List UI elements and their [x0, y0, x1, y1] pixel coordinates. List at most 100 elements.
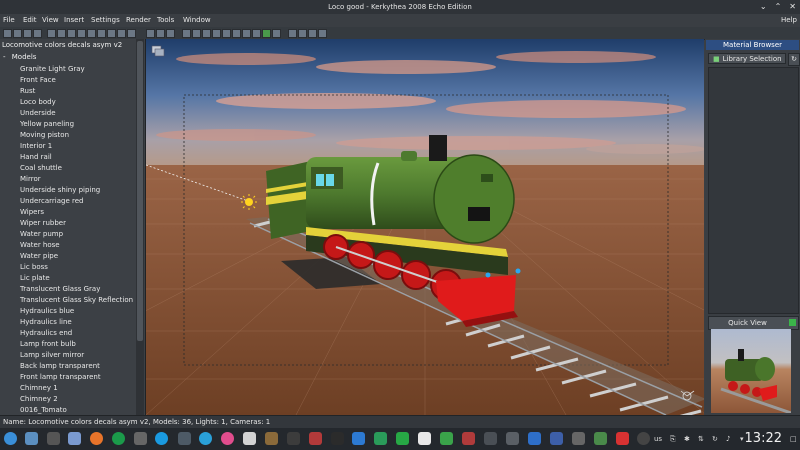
quick-view-toggle-icon[interactable]: [789, 319, 796, 326]
spreadsheet-icon[interactable]: [374, 432, 387, 445]
books-icon[interactable]: [462, 432, 475, 445]
material-list[interactable]: [708, 67, 799, 314]
tree-item[interactable]: Granite Light Gray: [20, 64, 133, 75]
tree-item[interactable]: Water pump: [20, 229, 133, 240]
zoom-icon[interactable]: [288, 29, 297, 38]
delete-icon[interactable]: [107, 29, 116, 38]
shaded-icon[interactable]: [242, 29, 251, 38]
bluetooth-icon[interactable]: ✱: [684, 435, 690, 443]
menu-settings[interactable]: Settings: [91, 16, 120, 24]
tree-item[interactable]: Hydraulics blue: [20, 306, 133, 317]
terminal-icon[interactable]: [134, 432, 147, 445]
paste-icon[interactable]: [127, 29, 136, 38]
redo-icon[interactable]: [57, 29, 66, 38]
window-icon[interactable]: [550, 432, 563, 445]
view-top-icon[interactable]: [182, 29, 191, 38]
clock[interactable]: 13:22: [745, 431, 782, 446]
models-node[interactable]: - Models: [3, 53, 36, 61]
tree-item[interactable]: Chimney 2: [20, 394, 133, 405]
clip-icon[interactable]: [166, 29, 175, 38]
tree-scrollbar-thumb[interactable]: [137, 41, 143, 341]
equalizer-icon[interactable]: [484, 432, 497, 445]
show-desktop-icon[interactable]: □: [790, 435, 797, 443]
tree-item[interactable]: Water hose: [20, 240, 133, 251]
tree-item[interactable]: Lamp front bulb: [20, 339, 133, 350]
tree-item[interactable]: Hydraulics line: [20, 317, 133, 328]
network-icon[interactable]: [506, 432, 519, 445]
rotate-icon[interactable]: [87, 29, 96, 38]
tree-item[interactable]: Moving piston: [20, 130, 133, 141]
maximize-icon[interactable]: ⌃: [775, 2, 782, 11]
undo-icon[interactable]: [47, 29, 56, 38]
steam-icon[interactable]: [637, 432, 650, 445]
fit-icon[interactable]: [318, 29, 327, 38]
tree-scrollbar[interactable]: [136, 39, 144, 415]
tree-item[interactable]: Mirror: [20, 174, 133, 185]
tree-item[interactable]: Rust: [20, 86, 133, 97]
render-icon[interactable]: [252, 29, 261, 38]
viewport-3d[interactable]: [146, 39, 704, 415]
tree-item[interactable]: Back lamp transparent: [20, 361, 133, 372]
tree-item[interactable]: Front lamp transparent: [20, 372, 133, 383]
headphones-icon[interactable]: [331, 432, 344, 445]
calendar-icon[interactable]: [352, 432, 365, 445]
tree-item[interactable]: Yellow paneling: [20, 119, 133, 130]
pan-icon[interactable]: [298, 29, 307, 38]
settings-icon[interactable]: [178, 432, 191, 445]
tree-item[interactable]: Front Face: [20, 75, 133, 86]
orbit-icon[interactable]: [308, 29, 317, 38]
image-editor-icon[interactable]: [440, 432, 453, 445]
open-file-icon[interactable]: [13, 29, 22, 38]
kerkythea-icon[interactable]: [265, 432, 278, 445]
word-icon[interactable]: [528, 432, 541, 445]
tree-item[interactable]: Underside shiny piping: [20, 185, 133, 196]
menu-window[interactable]: Window: [183, 16, 211, 24]
tree-item[interactable]: Loco body: [20, 97, 133, 108]
tree-item[interactable]: Water pipe: [20, 251, 133, 262]
document-icon[interactable]: [396, 432, 409, 445]
torrent-icon[interactable]: [309, 432, 322, 445]
menu-tools[interactable]: Tools: [157, 16, 174, 24]
notifications-icon[interactable]: ▾: [740, 435, 744, 443]
tree-item[interactable]: Hand rail: [20, 152, 133, 163]
game-icon[interactable]: [287, 432, 300, 445]
tree-item[interactable]: Chimney 1: [20, 383, 133, 394]
view-front-icon[interactable]: [192, 29, 201, 38]
keyboard-layout[interactable]: us: [654, 435, 662, 443]
menu-render[interactable]: Render: [126, 16, 151, 24]
menu-file[interactable]: File: [3, 16, 15, 24]
tree-item[interactable]: Hydraulics end: [20, 328, 133, 339]
app-launcher-icon[interactable]: [4, 432, 17, 445]
x-app-icon[interactable]: [47, 432, 60, 445]
tree-item[interactable]: Translucent Glass Sky Reflection: [20, 295, 133, 306]
select-icon[interactable]: [67, 29, 76, 38]
menu-view[interactable]: View: [42, 16, 59, 24]
tree-item[interactable]: Interior 1: [20, 141, 133, 152]
network-tray-icon[interactable]: ⇅: [698, 435, 704, 443]
copy-icon[interactable]: [117, 29, 126, 38]
library-selection-button[interactable]: ■ Library Selection: [708, 53, 786, 64]
menu-edit[interactable]: Edit: [23, 16, 37, 24]
text-editor-icon[interactable]: [68, 432, 81, 445]
updates-icon[interactable]: ↻: [712, 435, 718, 443]
scale-icon[interactable]: [97, 29, 106, 38]
tree-item[interactable]: Lic boss: [20, 262, 133, 273]
writer-icon[interactable]: [418, 432, 431, 445]
camera-icon[interactable]: [146, 29, 155, 38]
stop-render-icon[interactable]: [272, 29, 281, 38]
mail-icon[interactable]: [572, 432, 585, 445]
sketchup-icon[interactable]: [616, 432, 629, 445]
minimize-icon[interactable]: ⌄: [760, 2, 767, 11]
console-icon[interactable]: [594, 432, 607, 445]
light-icon[interactable]: [156, 29, 165, 38]
scene-root-label[interactable]: Locomotive colors decals asym v2: [2, 41, 122, 49]
clipboard-icon[interactable]: ⎘: [670, 435, 676, 444]
view-side-icon[interactable]: [202, 29, 211, 38]
move-icon[interactable]: [77, 29, 86, 38]
tree-item[interactable]: Underside: [20, 108, 133, 119]
tree-item[interactable]: Undercarriage red: [20, 196, 133, 207]
media-icon[interactable]: [221, 432, 234, 445]
image-viewer-icon[interactable]: [243, 432, 256, 445]
close-icon[interactable]: ✕: [789, 2, 796, 11]
save-as-icon[interactable]: [33, 29, 42, 38]
